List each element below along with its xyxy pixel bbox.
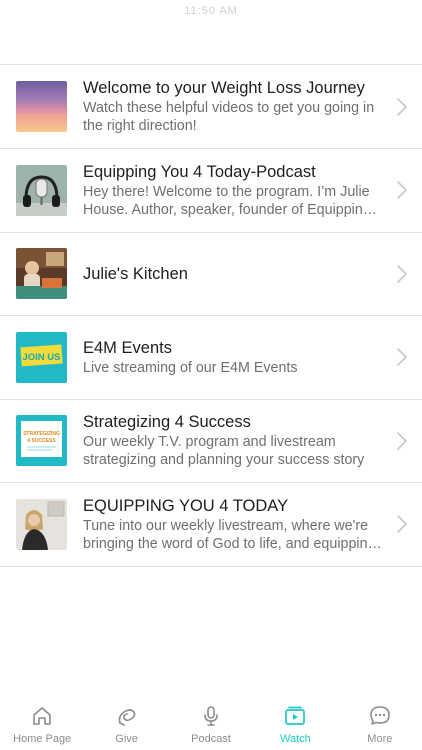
chevron-right-icon bbox=[396, 514, 408, 534]
strategizing-thumbnail: STRATEGIZING 4 SUCCESS bbox=[16, 415, 67, 467]
tab-label: Home Page bbox=[13, 733, 72, 745]
chevron-right-icon bbox=[396, 431, 408, 451]
chat-bubble-icon bbox=[368, 704, 392, 728]
sunset-thumbnail bbox=[16, 81, 67, 132]
tab-give[interactable]: Give bbox=[84, 698, 168, 750]
tab-watch[interactable]: Watch bbox=[253, 698, 337, 750]
home-icon bbox=[30, 704, 54, 728]
microphone-icon bbox=[199, 704, 223, 728]
success-text: 4 SUCCESS bbox=[27, 438, 56, 444]
tab-label: Watch bbox=[280, 733, 311, 745]
status-bar: 11:50 AM bbox=[0, 0, 422, 22]
tab-label: Podcast bbox=[191, 733, 231, 745]
join-us-thumbnail: JOIN US bbox=[16, 331, 67, 383]
chevron-right-icon bbox=[396, 180, 408, 200]
chevron-right-icon bbox=[396, 264, 408, 284]
item-subtitle: Watch these helpful videos to get you go… bbox=[83, 100, 375, 134]
join-us-text: JOIN US bbox=[22, 352, 60, 363]
list-item[interactable]: EQUIPPING YOU 4 TODAY Tune into our week… bbox=[0, 483, 422, 567]
item-subtitle: Hey there! Welcome to the program. I’m J… bbox=[83, 183, 371, 218]
tab-label: Give bbox=[115, 733, 138, 745]
strategizing-text: STRATEGIZING bbox=[23, 431, 60, 437]
item-subtitle: Tune into our weekly livestream, where w… bbox=[83, 517, 376, 552]
tab-bar: Home Page Give Podcast Watch More bbox=[0, 698, 422, 750]
item-title: Welcome to your Weight Loss Journey bbox=[83, 79, 365, 97]
item-subtitle: Our weekly T.V. program and livestream s… bbox=[83, 434, 365, 469]
list-item[interactable]: Welcome to your Weight Loss Journey Watc… bbox=[0, 65, 422, 149]
tab-home-page[interactable]: Home Page bbox=[0, 698, 84, 750]
list-item[interactable]: STRATEGIZING 4 SUCCESS Strategizing 4 Su… bbox=[0, 400, 422, 483]
give-icon bbox=[115, 704, 139, 728]
item-title: EQUIPPING YOU 4 TODAY bbox=[83, 496, 289, 515]
video-list: Welcome to your Weight Loss Journey Watc… bbox=[0, 64, 422, 567]
list-item[interactable]: JOIN US E4M Events Live streaming of our… bbox=[0, 316, 422, 400]
chevron-right-icon bbox=[396, 97, 408, 117]
play-screen-icon bbox=[283, 704, 307, 728]
list-item[interactable]: Julie's Kitchen bbox=[0, 233, 422, 316]
status-time: 11:50 AM bbox=[184, 5, 238, 17]
tab-podcast[interactable]: Podcast bbox=[169, 698, 253, 750]
tab-more[interactable]: More bbox=[338, 698, 422, 750]
podcast-microphone-thumbnail bbox=[16, 164, 67, 216]
item-title: Strategizing 4 Success bbox=[83, 413, 251, 432]
list-item[interactable]: Equipping You 4 Today-Podcast Hey there!… bbox=[0, 149, 422, 233]
item-subtitle: Live streaming of our E4M Events bbox=[83, 359, 298, 376]
item-title: Julie's Kitchen bbox=[83, 264, 188, 283]
kitchen-thumbnail bbox=[16, 248, 67, 300]
chevron-right-icon bbox=[396, 347, 408, 367]
portrait-thumbnail bbox=[16, 498, 67, 550]
item-title: Equipping You 4 Today-Podcast bbox=[83, 162, 316, 181]
tab-label: More bbox=[367, 733, 393, 745]
item-title: E4M Events bbox=[83, 338, 172, 357]
